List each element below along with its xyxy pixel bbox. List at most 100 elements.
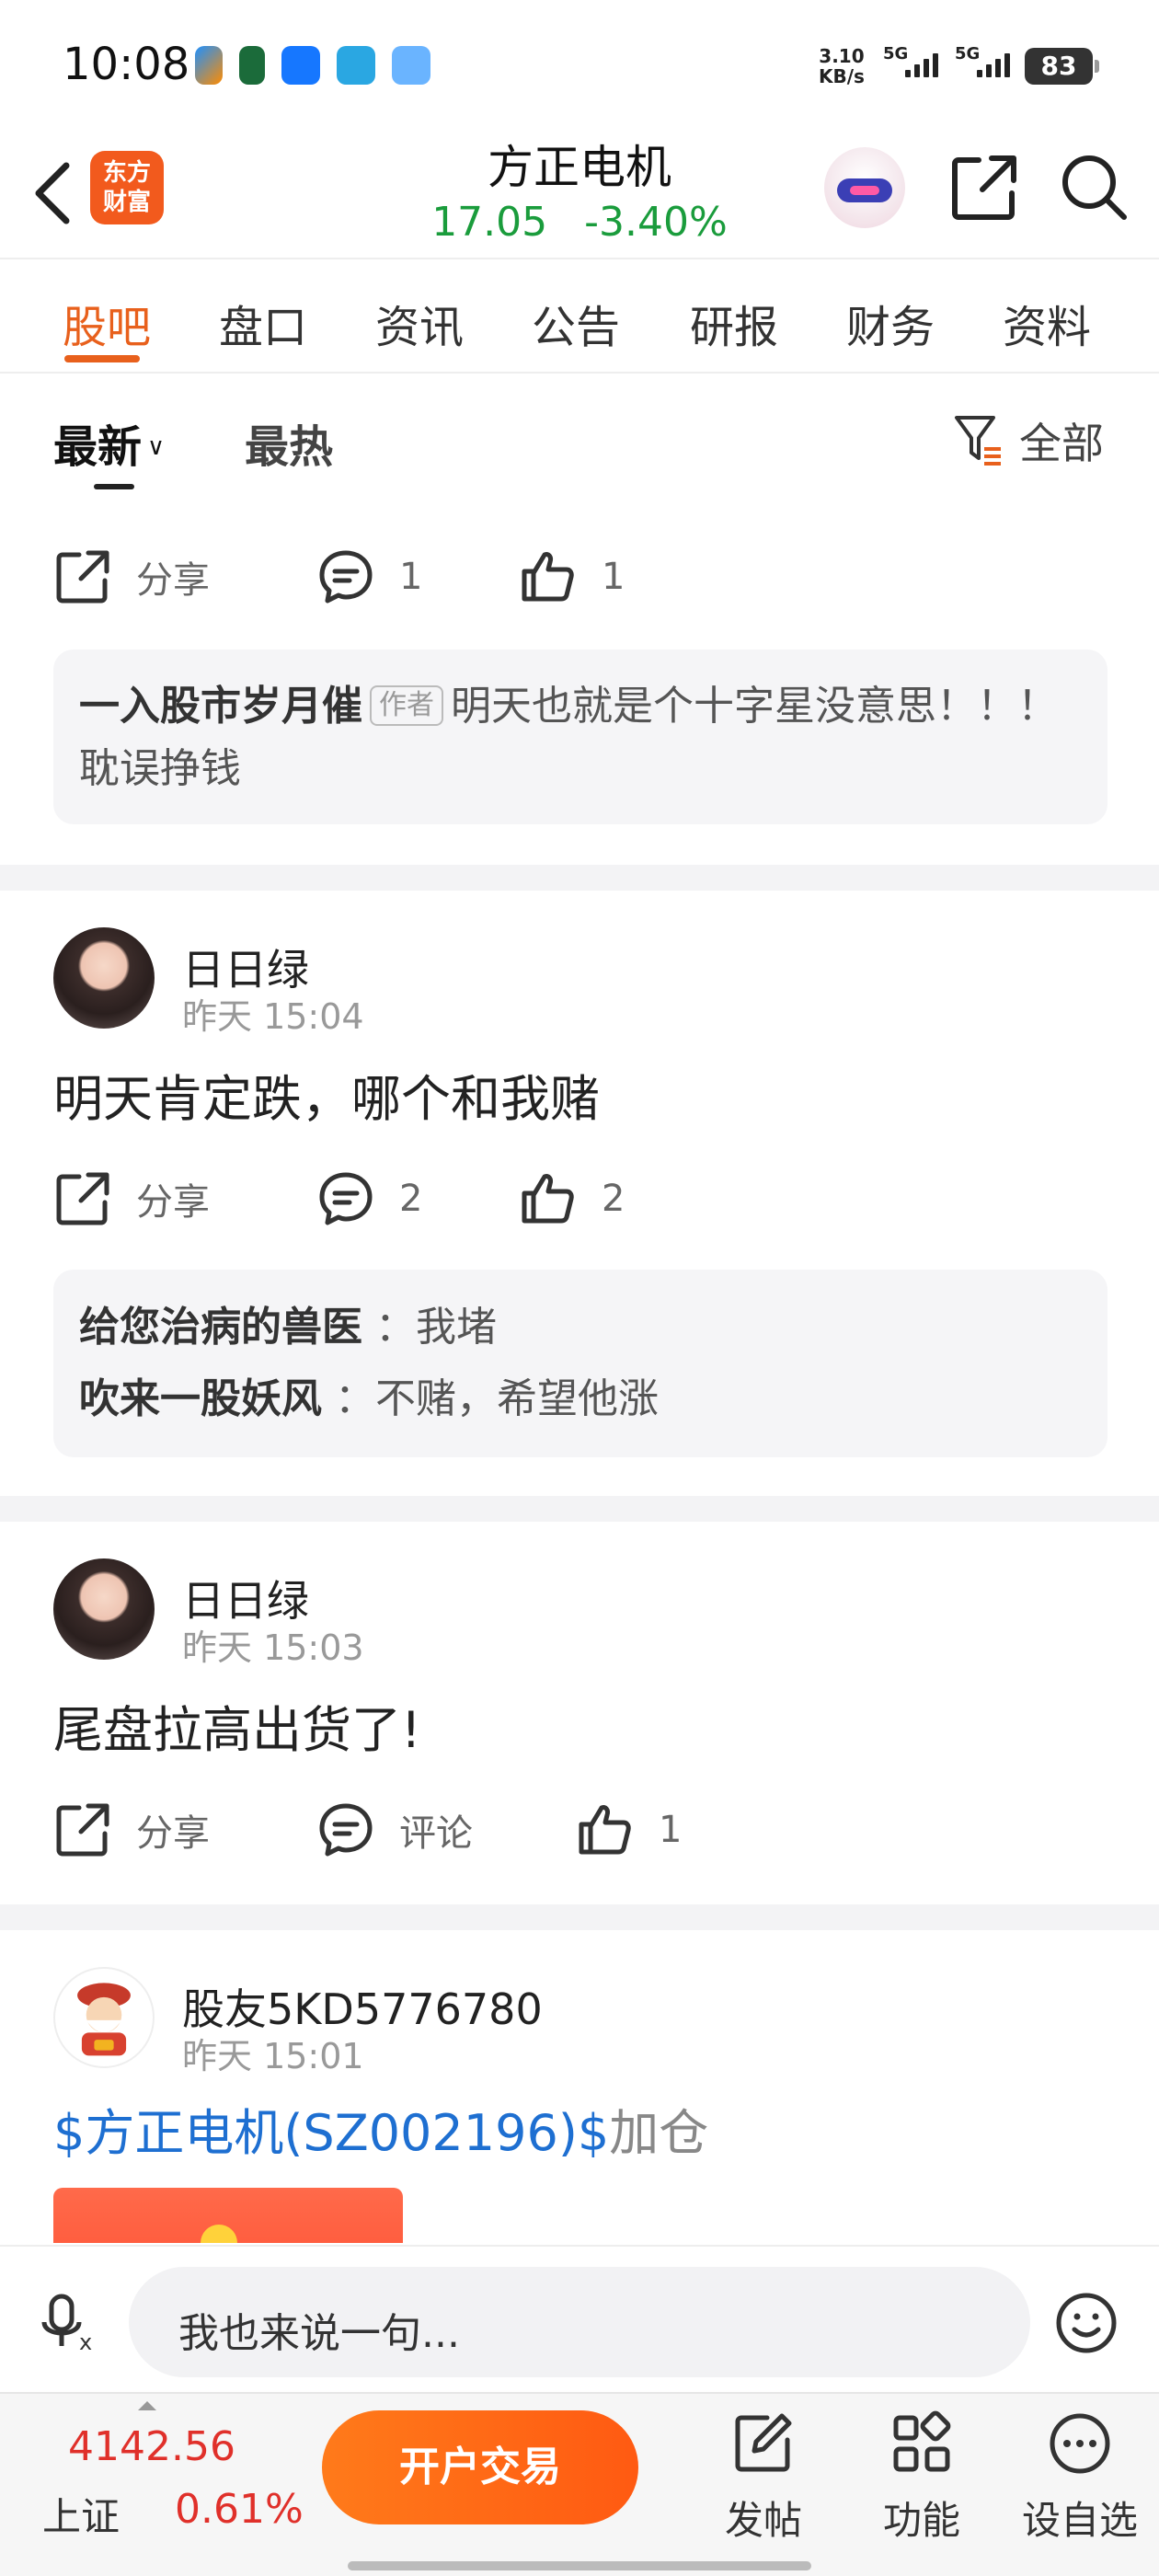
comment-icon — [319, 550, 373, 604]
comment-preview[interactable]: 给您治病的兽医 ：我堵 吹来一股妖风 ：不赌，希望他涨 — [53, 1270, 1107, 1457]
post-text: 尾盘拉高出货了! — [53, 1701, 421, 1759]
tab-profile[interactable]: 资料 — [1003, 291, 1091, 355]
tab-pankou[interactable]: 盘口 — [219, 291, 307, 355]
stock-header: 东方 财富 方正电机 17.05 -3.40% — [0, 129, 1159, 259]
app-notification-icon — [195, 46, 223, 85]
comment-author[interactable]: 吹来一股妖风 — [79, 1375, 322, 1422]
share-icon — [56, 1803, 109, 1857]
like-button[interactable]: 2 — [519, 1157, 625, 1240]
author-badge: 作者 — [370, 685, 443, 726]
edit-post-icon — [735, 2413, 792, 2472]
index-change[interactable]: 0.61% — [175, 2486, 304, 2533]
comment-button[interactable]: 1 — [316, 535, 422, 618]
like-button[interactable]: 1 — [519, 535, 625, 618]
app-notification-icon — [337, 46, 375, 85]
post-separator — [0, 865, 1159, 891]
filter-icon[interactable] — [953, 412, 1004, 467]
comment-author[interactable]: 给您治病的兽医 — [79, 1304, 362, 1351]
share-button[interactable]: 分享 — [53, 1157, 210, 1240]
search-icon[interactable] — [1058, 151, 1131, 224]
comment-icon — [319, 1172, 373, 1225]
thumbs-up-icon — [579, 1805, 631, 1855]
stock-forum-page: 10:08 3.10 KB/s 5G 5G 83 东方 财富 方正电机 17.0… — [0, 0, 1159, 2576]
comment-text: ：不赌，希望他涨 — [335, 1375, 659, 1422]
net-speed: 3.10 KB/s — [819, 45, 865, 87]
signal-bars-icon — [977, 53, 1010, 77]
home-indicator[interactable] — [348, 2561, 811, 2570]
voice-input-icon[interactable]: x — [39, 2293, 98, 2357]
tab-announcements[interactable]: 公告 — [532, 291, 620, 355]
app-notification-icon — [392, 46, 430, 85]
share-button[interactable]: 分享 — [53, 535, 210, 618]
caret-up-icon[interactable] — [138, 2401, 156, 2410]
post-time: 昨天 15:03 — [182, 1627, 364, 1668]
tab-research[interactable]: 研报 — [690, 291, 778, 355]
comment-author[interactable]: 一入股市岁月催 — [79, 683, 362, 730]
post-time: 昨天 15:01 — [182, 2036, 364, 2076]
sort-filter-bar: 最新 ∨ 最热 全部 — [0, 374, 1159, 493]
active-tab-indicator — [64, 355, 140, 362]
avatar[interactable] — [53, 927, 155, 1029]
chevron-down-icon: ∨ — [147, 433, 166, 461]
post-button[interactable]: 发帖 — [699, 2410, 828, 2546]
svg-text:x: x — [79, 2329, 92, 2355]
like-button[interactable]: 1 — [576, 1788, 682, 1871]
thumbs-up-icon — [522, 552, 574, 602]
fortune-god-avatar-icon — [77, 1983, 131, 2056]
comment-button[interactable]: 评论 — [316, 1788, 473, 1871]
coin-icon — [201, 2225, 237, 2243]
status-time: 10:08 — [63, 39, 190, 90]
index-value[interactable]: 4142.56 — [68, 2423, 235, 2470]
functions-button[interactable]: 功能 — [857, 2410, 986, 2546]
index-name[interactable]: 上证 — [42, 2486, 120, 2542]
ai-assistant-icon[interactable] — [824, 147, 905, 228]
bottom-toolbar: 4142.56 上证 0.61% 开户交易 发帖 功能 设自选 — [0, 2392, 1159, 2576]
post-text: $方正电机(SZ002196)$加仓 — [53, 2104, 709, 2162]
share-icon — [56, 550, 109, 604]
post-actions: 分享 2 2 — [0, 1157, 1159, 1240]
thumbs-up-icon — [522, 1174, 574, 1224]
app-notification-icon — [239, 46, 265, 85]
comment-item: 吹来一股妖风 ：不赌，希望他涨 — [79, 1363, 1082, 1435]
comment-button[interactable]: 2 — [316, 1157, 422, 1240]
emoji-icon[interactable] — [1054, 2291, 1119, 2355]
sort-hottest[interactable]: 最热 — [245, 410, 333, 475]
post-image[interactable] — [53, 2188, 403, 2243]
comment-input[interactable]: 我也来说一句... — [129, 2267, 1030, 2377]
notification-icons — [195, 46, 430, 85]
alipay-icon — [281, 46, 320, 85]
share-icon — [56, 1172, 109, 1225]
post-time: 昨天 15:04 — [182, 996, 364, 1037]
stock-change: -3.40% — [584, 199, 728, 246]
more-icon — [1050, 2413, 1110, 2474]
sort-latest-dropdown[interactable]: 最新 ∨ — [53, 410, 165, 475]
add-watchlist-button[interactable]: 设自选 — [1016, 2410, 1144, 2546]
filter-all[interactable]: 全部 — [1019, 410, 1104, 471]
open-account-trade-button[interactable]: 开户交易 — [322, 2410, 638, 2524]
avatar[interactable] — [53, 1967, 155, 2068]
stock-price: 17.05 — [431, 199, 548, 246]
stock-tag-link[interactable]: $方正电机(SZ002196)$ — [53, 2104, 609, 2162]
post-actions: 分享 1 1 — [0, 535, 1159, 618]
section-tabs: 股吧 盘口 资讯 公告 研报 财务 资料 — [0, 259, 1159, 374]
comment-item: 给您治病的兽医 ：我堵 — [79, 1292, 1082, 1363]
grid-icon — [893, 2410, 951, 2472]
tab-guba[interactable]: 股吧 — [63, 291, 151, 355]
share-button[interactable]: 分享 — [53, 1788, 210, 1871]
sort-active-indicator — [94, 484, 134, 489]
avatar[interactable] — [53, 1558, 155, 1660]
tab-finance[interactable]: 财务 — [846, 291, 935, 355]
post-text: 明天肯定跌，哪个和我赌 — [53, 1070, 600, 1128]
tab-news[interactable]: 资讯 — [375, 291, 464, 355]
comment-input-bar: x 我也来说一句... — [0, 2245, 1159, 2392]
post-separator — [0, 1904, 1159, 1930]
comment-icon — [319, 1803, 373, 1857]
forum-post[interactable]: 股友5KD5776780 昨天 15:01 $方正电机(SZ002196)$加仓 — [0, 1967, 1159, 2243]
post-actions: 分享 评论 1 — [0, 1788, 1159, 1871]
post-separator — [0, 1496, 1159, 1522]
status-bar: 10:08 3.10 KB/s 5G 5G 83 — [0, 0, 1159, 129]
comment-text: ：我堵 — [375, 1304, 497, 1351]
battery-level: 83 — [1025, 48, 1099, 85]
share-icon[interactable] — [947, 151, 1021, 224]
comment-preview[interactable]: 一入股市岁月催 作者 明天也就是个十字星没意思！！！ 耽误挣钱 — [53, 650, 1107, 824]
